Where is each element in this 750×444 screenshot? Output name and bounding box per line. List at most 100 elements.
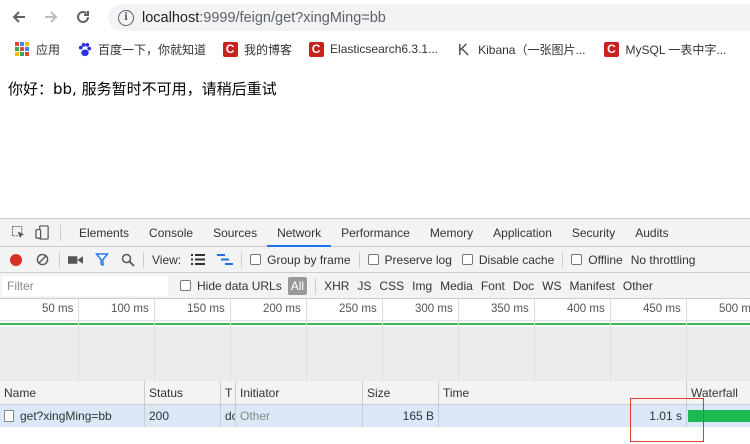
bookmark-label: 百度一下，你就知道 [98, 42, 207, 57]
filter-type-ws[interactable]: WS [542, 279, 561, 293]
timeline-activity-line [0, 323, 750, 325]
bookmark-label: 我的博客 [244, 42, 293, 57]
filter-type-doc[interactable]: Doc [513, 279, 534, 293]
column-type[interactable]: T [221, 381, 236, 405]
filter-type-all[interactable]: All [287, 276, 308, 295]
forward-button[interactable] [38, 4, 64, 30]
throttling-select[interactable]: No throttling [631, 253, 696, 267]
tab-sources[interactable]: Sources [203, 219, 267, 247]
gridline [458, 299, 459, 381]
csdn-icon: C [603, 41, 619, 57]
column-status[interactable]: Status [145, 381, 221, 405]
bookmark-mysql[interactable]: C MySQL 一表中字... [603, 41, 726, 58]
filter-input[interactable]: Filter [2, 275, 168, 296]
gridline [230, 299, 231, 381]
gridline [686, 299, 687, 381]
disable-cache-checkbox[interactable]: Disable cache [461, 253, 554, 267]
group-by-frame-checkbox[interactable]: Group by frame [250, 253, 351, 267]
tab-elements[interactable]: Elements [69, 219, 139, 247]
gridline [382, 299, 383, 381]
filter-type-other[interactable]: Other [623, 279, 653, 293]
record-button[interactable] [10, 253, 22, 266]
timeline-ticks: 50 ms 100 ms 150 ms 200 ms 250 ms 300 ms… [0, 299, 750, 321]
checkbox[interactable] [180, 279, 191, 291]
video-camera-icon[interactable] [68, 254, 83, 266]
cursor-select-icon [11, 225, 24, 239]
cell-name: get?xingMing=bb [0, 405, 145, 427]
reload-icon [77, 10, 89, 23]
timeline-shade [0, 327, 750, 381]
arrow-right-icon [45, 11, 58, 23]
separator [59, 251, 60, 268]
gridline [78, 299, 79, 381]
csdn-icon: C [308, 41, 324, 57]
tab-memory[interactable]: Memory [420, 219, 483, 247]
gridline [154, 299, 155, 381]
separator [60, 224, 61, 241]
bookmark-baidu[interactable]: 百度一下，你就知道 [76, 41, 206, 58]
separator [562, 251, 564, 268]
bookmark-elasticsearch[interactable]: C Elasticsearch6.3.1... [308, 41, 438, 57]
search-icon[interactable] [121, 253, 135, 267]
filter-type-media[interactable]: Media [440, 279, 473, 293]
filter-type-js[interactable]: JS [357, 279, 371, 293]
bookmark-my-blog[interactable]: C 我的博客 [222, 41, 292, 58]
gridline [534, 299, 535, 381]
separator [315, 277, 317, 294]
filter-bar: Filter Hide data URLs All XHR JS CSS Img… [0, 273, 750, 299]
waterfall-view-icon[interactable] [217, 254, 234, 265]
info-icon[interactable]: i [118, 9, 134, 26]
back-button[interactable] [6, 4, 32, 30]
checkbox[interactable] [367, 253, 379, 265]
inspect-element-button[interactable] [8, 223, 28, 243]
checkbox-label: Hide data URLs [197, 278, 282, 293]
preserve-log-checkbox[interactable]: Preserve log [367, 252, 452, 267]
document-icon [4, 410, 14, 422]
gridline [610, 299, 611, 381]
filter-type-xhr[interactable]: XHR [324, 279, 349, 293]
bookmark-apps[interactable]: 应用 [14, 41, 60, 58]
checkbox[interactable] [250, 253, 262, 265]
checkbox-label: Offline [588, 252, 623, 267]
tab-security[interactable]: Security [562, 219, 625, 247]
hide-data-urls-checkbox[interactable]: Hide data URLs [180, 279, 282, 293]
checkbox[interactable] [571, 253, 583, 265]
separator [241, 251, 243, 268]
column-name[interactable]: Name [0, 381, 145, 405]
column-initiator[interactable]: Initiator [236, 381, 363, 405]
tick-label: 350 ms [491, 303, 529, 315]
bookmark-label: Kibana（一张图片... [478, 42, 586, 57]
tab-network[interactable]: Network [267, 219, 332, 247]
filter-icon[interactable] [95, 253, 109, 266]
checkbox-label: Preserve log [384, 252, 452, 267]
tick-label: 200 ms [263, 303, 301, 315]
address-bar[interactable]: i localhost:9999/feign/get?xingMing=bb [108, 4, 750, 31]
reload-button[interactable] [70, 4, 96, 30]
separator [358, 251, 360, 268]
tab-application[interactable]: Application [483, 219, 562, 247]
filter-type-manifest[interactable]: Manifest [570, 279, 615, 293]
column-size[interactable]: Size [363, 381, 439, 405]
tab-audits[interactable]: Audits [625, 219, 678, 247]
tick-label: 450 ms [643, 303, 681, 315]
clear-icon[interactable] [36, 253, 49, 266]
timeline-overview[interactable]: 50 ms 100 ms 150 ms 200 ms 250 ms 300 ms… [0, 299, 750, 381]
list-view-icon[interactable] [191, 254, 206, 265]
device-icon [34, 225, 49, 240]
filter-type-css[interactable]: CSS [379, 279, 404, 293]
tick-label: 400 ms [567, 303, 605, 315]
separator [143, 251, 144, 268]
device-toolbar-button[interactable] [32, 223, 52, 243]
baidu-paw-icon [76, 41, 92, 57]
tick-label: 150 ms [187, 303, 225, 315]
tab-performance[interactable]: Performance [331, 219, 420, 247]
tick-label: 250 ms [339, 303, 377, 315]
filter-type-font[interactable]: Font [481, 279, 505, 293]
tab-console[interactable]: Console [139, 219, 203, 247]
bookmark-label: Elasticsearch6.3.1... [330, 42, 439, 56]
filter-type-img[interactable]: Img [412, 279, 432, 293]
checkbox[interactable] [461, 253, 473, 265]
browser-toolbar: i localhost:9999/feign/get?xingMing=bb [0, 0, 750, 34]
bookmark-kibana[interactable]: Kibana（一张图片... [456, 41, 585, 58]
offline-checkbox[interactable]: Offline [571, 252, 623, 267]
